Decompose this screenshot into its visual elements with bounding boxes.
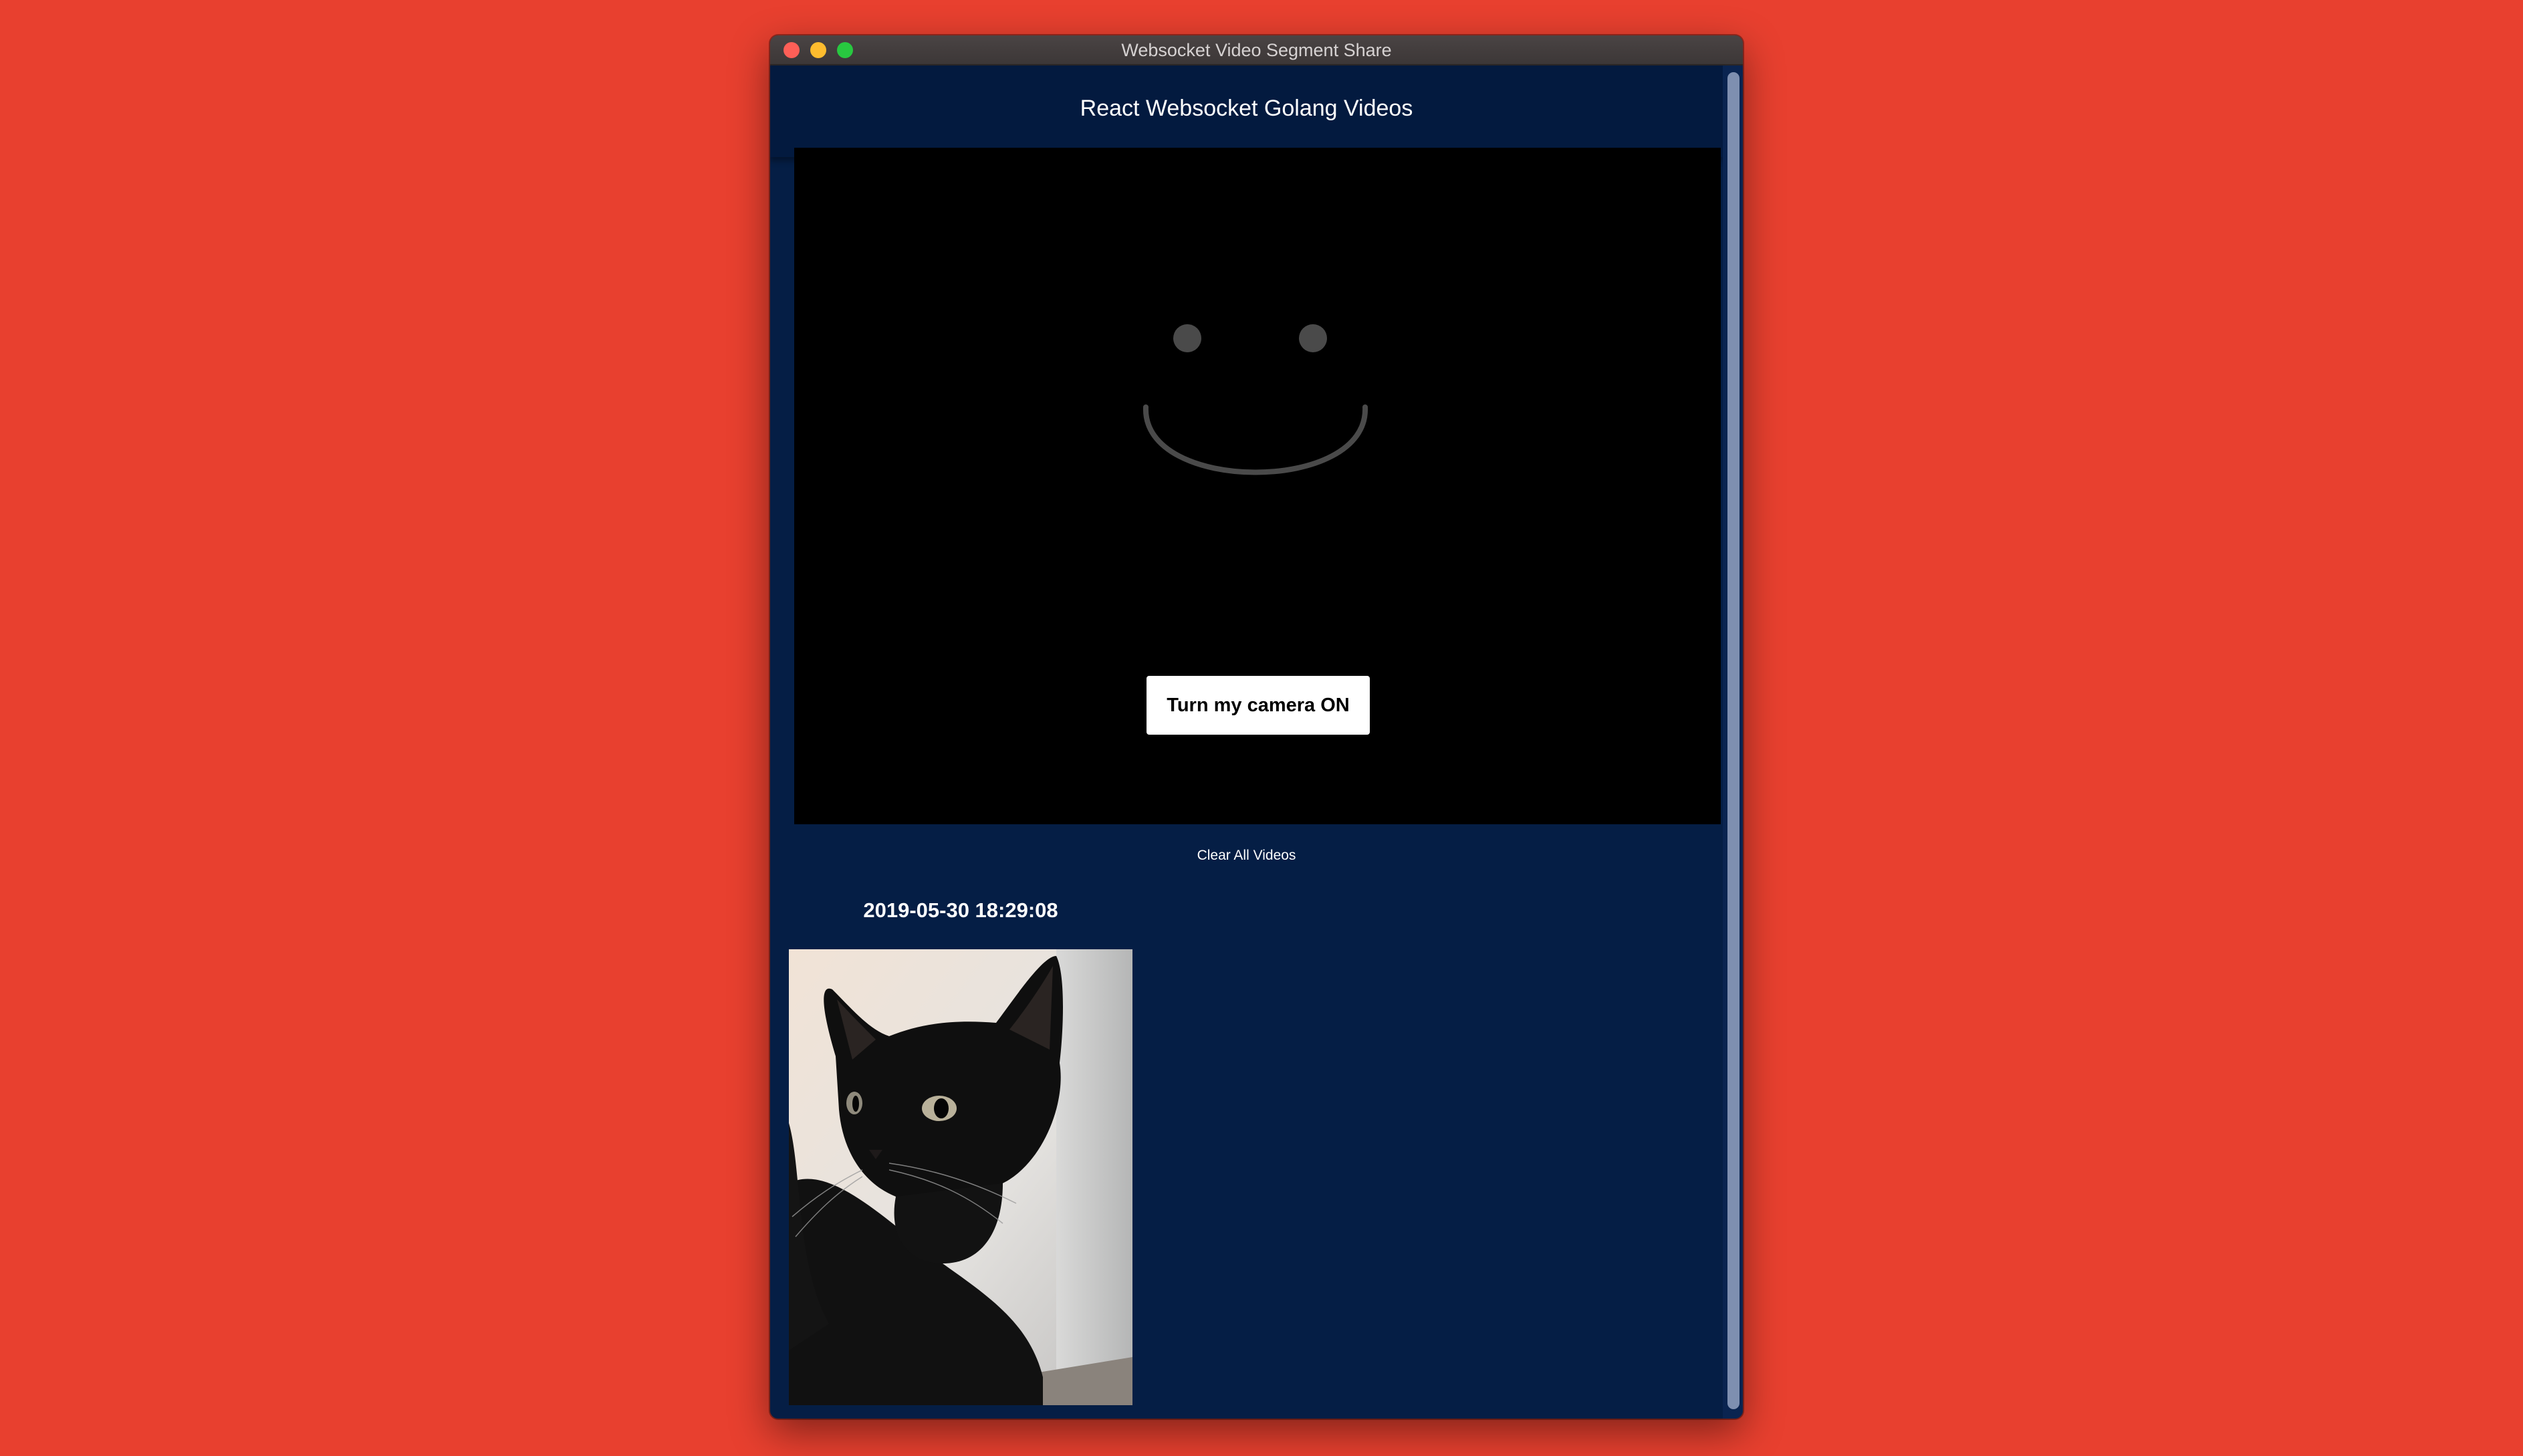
video-preview-panel: Turn my camera ON [794,148,1721,824]
page-title: React Websocket Golang Videos [1080,96,1413,121]
black-cat-photo [789,949,1132,1405]
turn-camera-on-button[interactable]: Turn my camera ON [1147,676,1370,735]
scrollbar[interactable] [1723,66,1743,1419]
segment-thumbnail[interactable] [789,949,1132,1405]
app-window: Websocket Video Segment Share React Webs… [770,35,1743,1419]
smiley-face-icon [1143,324,1368,475]
segment-timestamp: 2019-05-30 18:29:08 [863,898,1058,922]
window-titlebar[interactable]: Websocket Video Segment Share [770,35,1743,66]
scrollbar-thumb[interactable] [1727,72,1739,1409]
app-header: React Websocket Golang Videos [770,66,1723,157]
window-title: Websocket Video Segment Share [1121,40,1392,60]
clear-all-videos-link[interactable]: Clear All Videos [770,847,1723,864]
